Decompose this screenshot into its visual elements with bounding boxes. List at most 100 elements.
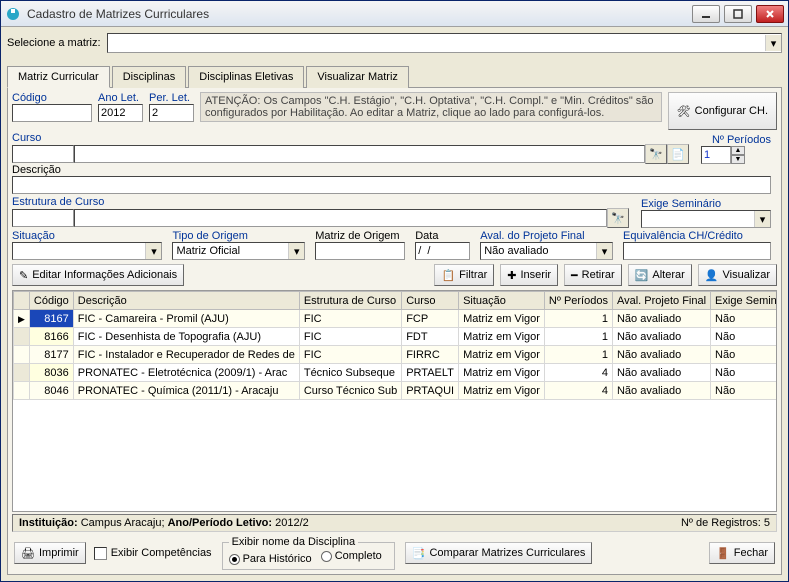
pencil-icon: ✎ (19, 269, 28, 282)
cell-situacao: Matriz em Vigor (459, 346, 545, 364)
col-codigo[interactable]: Código (29, 292, 73, 310)
table-row[interactable]: 8177FIC - Instalador e Recuperador de Re… (14, 346, 778, 364)
cell-curso: PRTAQUI (402, 382, 459, 400)
retirar-button[interactable]: ━Retirar (564, 264, 622, 286)
estrutura-name-input[interactable] (74, 209, 607, 227)
status-bar: Instituição: Campus Aracaju; Ano/Período… (12, 514, 777, 532)
equiv-input[interactable] (623, 242, 771, 260)
col-curso[interactable]: Curso (402, 292, 459, 310)
tab-disciplinas[interactable]: Disciplinas (112, 66, 187, 88)
cell-codigo: 8046 (29, 382, 73, 400)
exige-sem-label: Exige Seminário (641, 198, 771, 210)
cell-curso: FCP (402, 310, 459, 328)
curso-new-button[interactable]: 📄 (667, 144, 689, 164)
situacao-select[interactable]: ▾ (12, 242, 162, 260)
matriz-origem-input[interactable] (315, 242, 405, 260)
col-aval-pf[interactable]: Aval. Projeto Final (612, 292, 710, 310)
cell-aval-pf: Não avaliado (612, 310, 710, 328)
cell-descricao: PRONATEC - Eletrotécnica (2009/1) - Arac (73, 364, 299, 382)
anolet-label: Ano Let. (98, 92, 143, 104)
cell-exige-sem: Não (711, 346, 777, 364)
col-exige-sem[interactable]: Exige Seminário (711, 292, 777, 310)
spin-down-button[interactable]: ▼ (731, 155, 745, 164)
binoculars-icon: 🔭 (649, 148, 663, 161)
alterar-button[interactable]: 🔄Alterar (628, 264, 692, 286)
chevron-down-icon: ▾ (145, 243, 161, 259)
tools-icon: 🛠 (677, 105, 691, 118)
data-input[interactable] (415, 242, 470, 260)
comparar-matrizes-button[interactable]: 📑 Comparar Matrizes Curriculares (405, 542, 593, 564)
col-descricao[interactable]: Descrição (73, 292, 299, 310)
cell-estrutura: FIC (299, 328, 401, 346)
matriz-origem-label: Matriz de Origem (315, 230, 405, 242)
radio-completo[interactable]: Completo (321, 550, 382, 562)
chevron-down-icon: ▾ (596, 243, 612, 259)
tipo-origem-value: Matriz Oficial (176, 245, 240, 257)
estrutura-label: Estrutura de Curso (12, 196, 629, 208)
table-row[interactable]: 8167FIC - Camareira - Promil (AJU)FICFCP… (14, 310, 778, 328)
aval-select[interactable]: Não avaliado ▾ (480, 242, 613, 260)
curso-code-input[interactable] (12, 145, 74, 163)
radio-para-historico-label: Para Histórico (243, 553, 312, 565)
cell-estrutura: Técnico Subseque (299, 364, 401, 382)
maximize-button[interactable] (724, 5, 752, 23)
matrizes-grid[interactable]: Código Descrição Estrutura de Curso Curs… (12, 290, 777, 512)
door-icon: 🚪 (716, 547, 730, 560)
radio-icon (229, 554, 240, 565)
printer-icon: 🖨 (21, 547, 35, 560)
exige-sem-select[interactable]: ▾ (641, 210, 771, 228)
aval-value: Não avaliado (484, 245, 548, 257)
col-situacao[interactable]: Situação (459, 292, 545, 310)
curso-name-input[interactable] (74, 145, 645, 163)
n-periodos-input[interactable] (701, 146, 731, 164)
table-row[interactable]: 8036PRONATEC - Eletrotécnica (2009/1) - … (14, 364, 778, 382)
spin-up-button[interactable]: ▲ (731, 146, 745, 155)
perlet-input[interactable] (149, 104, 194, 122)
anolet-input[interactable] (98, 104, 143, 122)
matriz-select[interactable]: ▾ (107, 33, 782, 53)
tab-body: Código Ano Let. Per. Let. ATENÇÃO: Os Ca… (7, 88, 782, 575)
plus-icon: ✚ (507, 269, 516, 282)
cell-codigo: 8036 (29, 364, 73, 382)
cell-aval-pf: Não avaliado (612, 382, 710, 400)
descricao-label: Descrição (12, 164, 771, 176)
codigo-input[interactable] (12, 104, 92, 122)
estrutura-search-button[interactable]: 🔭 (607, 208, 629, 228)
filtrar-button[interactable]: 📋Filtrar (434, 264, 494, 286)
tab-matriz-curricular[interactable]: Matriz Curricular (7, 66, 110, 88)
tipo-origem-label: Tipo de Origem (172, 230, 305, 242)
tab-disciplinas-eletivas[interactable]: Disciplinas Eletivas (188, 66, 304, 88)
registros-value: 5 (764, 517, 770, 529)
n-periodos-label: Nº Períodos (701, 134, 771, 146)
editar-info-button[interactable]: ✎ Editar Informações Adicionais (12, 264, 184, 286)
cell-exige-sem: Não (711, 328, 777, 346)
fechar-button[interactable]: 🚪 Fechar (709, 542, 775, 564)
exibir-disciplina-title: Exibir nome da Disciplina (229, 536, 359, 548)
cell-descricao: FIC - Desenhista de Topografia (AJU) (73, 328, 299, 346)
configurar-ch-button[interactable]: 🛠 Configurar CH. (668, 92, 777, 130)
col-estrutura[interactable]: Estrutura de Curso (299, 292, 401, 310)
tab-visualizar-matriz[interactable]: Visualizar Matriz (306, 66, 409, 88)
cell-curso: PRTAELT (402, 364, 459, 382)
imprimir-button[interactable]: 🖨 Imprimir (14, 542, 86, 564)
minimize-button[interactable] (692, 5, 720, 23)
editar-info-label: Editar Informações Adicionais (32, 269, 177, 281)
radio-para-historico[interactable]: Para Histórico (229, 553, 312, 565)
curso-search-button[interactable]: 🔭 (645, 144, 667, 164)
col-n-periodos[interactable]: Nº Períodos (544, 292, 612, 310)
cell-n-periodos: 4 (544, 382, 612, 400)
descricao-input[interactable] (12, 176, 771, 194)
cell-estrutura: FIC (299, 310, 401, 328)
atencao-text: ATENÇÃO: Os Campos "C.H. Estágio", "C.H.… (200, 92, 662, 122)
tipo-origem-select[interactable]: Matriz Oficial ▾ (172, 242, 305, 260)
estrutura-code-input[interactable] (12, 209, 74, 227)
inserir-button[interactable]: ✚Inserir (500, 264, 558, 286)
person-icon: 👤 (705, 269, 719, 282)
cell-descricao: FIC - Instalador e Recuperador de Redes … (73, 346, 299, 364)
visualizar-button[interactable]: 👤Visualizar (698, 264, 777, 286)
table-row[interactable]: 8166FIC - Desenhista de Topografia (AJU)… (14, 328, 778, 346)
exibir-competencias-checkbox[interactable]: Exibir Competências (94, 547, 212, 560)
table-row[interactable]: 8046PRONATEC - Química (2011/1) - Aracaj… (14, 382, 778, 400)
compare-icon: 📑 (412, 547, 426, 560)
close-button[interactable] (756, 5, 784, 23)
